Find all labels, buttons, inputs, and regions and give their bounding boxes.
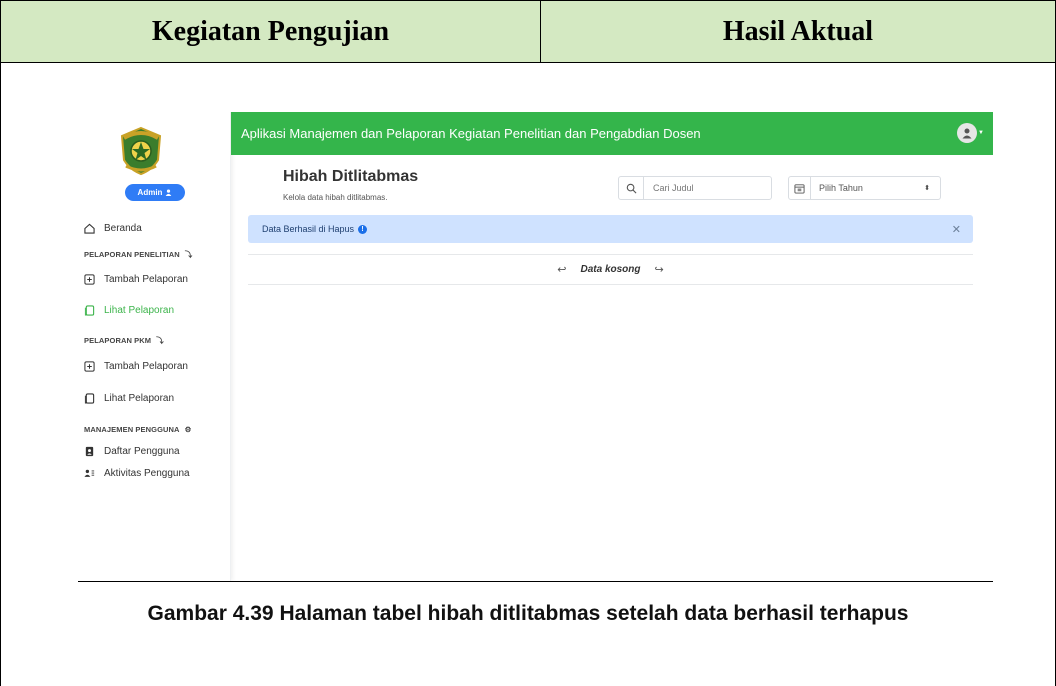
return-arrow-icon: ↩ (557, 264, 567, 276)
turn-down-icon: ⤵ (184, 250, 193, 259)
empty-table-row: ↩ Data kosong ↪ (248, 254, 973, 285)
search-icon (619, 177, 644, 199)
section-pelaporan-pkm: PELAPORAN PKM ⤵ (84, 335, 164, 346)
header-hasil: Hasil Aktual (722, 15, 874, 47)
user-badge-icon (84, 446, 95, 457)
turn-arrow-icon: ↪ (654, 264, 664, 276)
alert-text: Data Berhasil di Hapus (262, 224, 355, 234)
admin-label: Admin (137, 188, 163, 197)
top-navbar: Aplikasi Manajemen dan Pelaporan Kegiata… (231, 112, 993, 155)
sidebar-item-pkm-lihat[interactable]: Lihat Pelaporan (84, 393, 174, 404)
sidebar-item-label: Lihat Pelaporan (104, 393, 175, 404)
section-pelaporan-penelitian: PELAPORAN PENELITIAN ⤵ (84, 249, 192, 260)
sidebar-item-daftar-pengguna[interactable]: Daftar Pengguna (84, 446, 180, 457)
section-label: PELAPORAN PKM (84, 336, 152, 345)
figure-caption: Gambar 4.39 Halaman tabel hibah ditlitab… (147, 602, 909, 625)
alert-message: Data Berhasil di Hapus ! (262, 224, 368, 234)
section-label: PELAPORAN PENELITIAN (84, 250, 180, 259)
sidebar: Admin Beranda PELAPORAN PENELITIAN ⤵ Tam… (78, 112, 231, 581)
select-caret-icon: ⬍ (924, 185, 930, 192)
search-placeholder: Cari Judul (653, 183, 694, 193)
sidebar-item-label: Tambah Pelaporan (104, 274, 188, 285)
sidebar-item-beranda[interactable]: Beranda (84, 223, 142, 234)
close-icon[interactable]: ✕ (952, 223, 961, 236)
sidebar-item-label: Lihat Pelaporan (104, 305, 175, 316)
turn-down-icon: ⤵ (156, 336, 164, 345)
header-kegiatan: Kegiatan Pengujian (1, 1, 541, 62)
chevron-down-icon[interactable]: ▼ (978, 130, 984, 136)
page-title: Hibah Ditlitabmas (283, 168, 419, 185)
sidebar-item-label: Beranda (104, 223, 142, 234)
sidebar-item-label: Daftar Pengguna (104, 446, 180, 457)
year-select[interactable]: Pilih Tahun ⬍ (788, 176, 941, 200)
section-label: MANAJEMEN PENGGUNA (84, 425, 180, 434)
calendar-icon (789, 177, 811, 199)
search-input[interactable]: Cari Judul (618, 176, 772, 200)
app-title: Aplikasi Manajemen dan Pelaporan Kegiata… (241, 126, 701, 141)
gear-icon: ⚙ (184, 425, 192, 434)
section-manajemen-pengguna: MANAJEMEN PENGGUNA ⚙ (84, 425, 191, 434)
admin-button[interactable]: Admin (125, 184, 185, 201)
sidebar-item-pkm-tambah[interactable]: Tambah Pelaporan (84, 361, 188, 372)
user-avatar-icon[interactable] (957, 123, 977, 143)
page-subtitle: Kelola data hibah ditlitabmas. (283, 193, 388, 202)
year-placeholder: Pilih Tahun (819, 183, 863, 193)
sidebar-item-penelitian-lihat[interactable]: Lihat Pelaporan (84, 305, 174, 316)
app-screenshot: Admin Beranda PELAPORAN PENELITIAN ⤵ Tam… (78, 112, 993, 581)
users-icon (84, 468, 95, 479)
copy-icon (84, 393, 95, 404)
sidebar-item-label: Tambah Pelaporan (104, 361, 188, 372)
info-icon: ! (358, 224, 368, 234)
plus-square-icon (84, 361, 95, 372)
sidebar-item-label: Aktivitas Pengguna (104, 468, 190, 479)
sidebar-item-aktivitas-pengguna[interactable]: Aktivitas Pengguna (84, 468, 190, 479)
document-divider (78, 581, 993, 582)
empty-text: Data kosong (580, 264, 641, 275)
copy-icon (84, 305, 95, 316)
home-icon (84, 223, 95, 234)
document-table-header: Kegiatan Pengujian Hasil Aktual (0, 0, 1056, 63)
success-alert: Data Berhasil di Hapus ! ✕ (248, 215, 973, 243)
plus-square-icon (84, 274, 95, 285)
user-icon (166, 189, 172, 196)
sidebar-item-penelitian-tambah[interactable]: Tambah Pelaporan (84, 274, 188, 285)
university-logo (120, 126, 162, 176)
